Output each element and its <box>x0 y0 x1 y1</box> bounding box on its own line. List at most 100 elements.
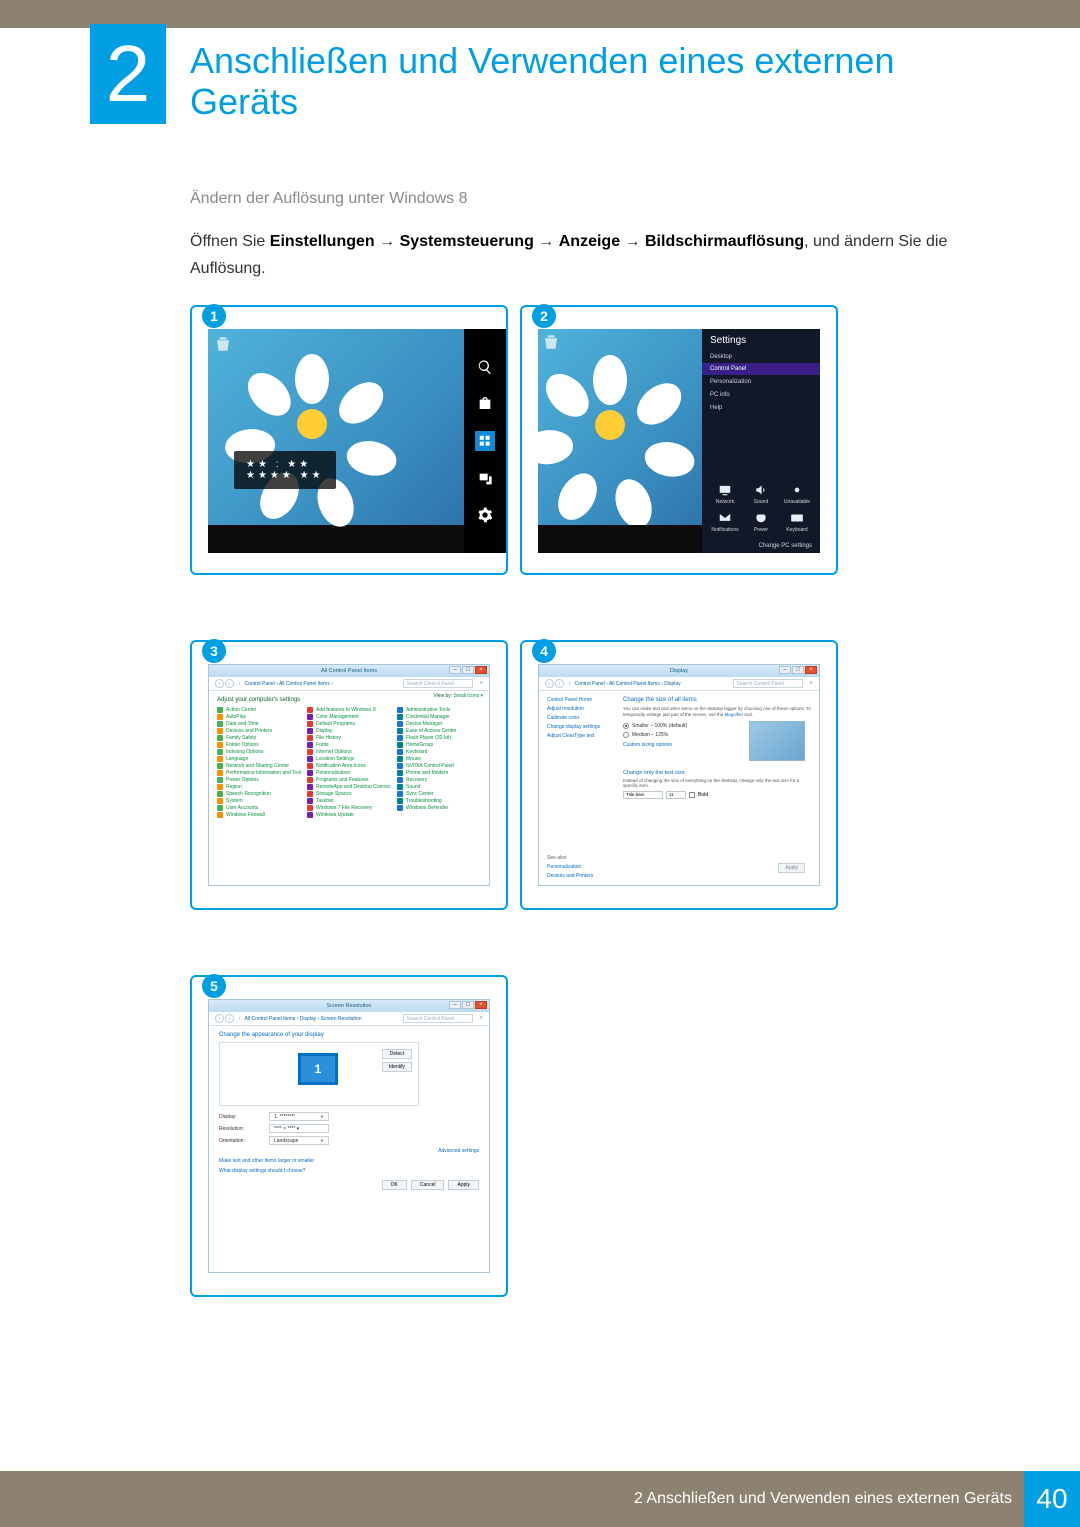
cp-item[interactable]: Mouse <box>397 756 481 762</box>
cp-item[interactable]: AutoPlay <box>217 714 301 720</box>
apply-button[interactable]: Apply <box>778 863 805 873</box>
network-icon[interactable]: Network <box>708 483 742 505</box>
settings-item-help[interactable]: Help <box>702 401 820 414</box>
notifications-icon[interactable]: Notifications <box>708 511 742 533</box>
nav-back-icon[interactable]: ‹ <box>215 1014 224 1023</box>
search-input[interactable]: Search Control Panel <box>733 679 803 688</box>
cp-item[interactable]: Ease of Access Center <box>397 728 481 734</box>
settings-item-pcinfo[interactable]: PC info <box>702 388 820 401</box>
cp-item[interactable]: Personalization <box>307 770 391 776</box>
minimize-button[interactable]: – <box>449 1001 461 1009</box>
recycle-bin-icon[interactable] <box>542 333 560 355</box>
ok-button[interactable]: OK <box>382 1180 407 1190</box>
taskbar[interactable] <box>208 525 490 553</box>
side-pers[interactable]: Personalization <box>547 864 617 870</box>
cp-item[interactable]: Sound <box>397 784 481 790</box>
side-color[interactable]: Calibrate color <box>547 715 617 721</box>
breadcrumb-path[interactable]: Control Panel › All Control Panel Items … <box>245 681 333 687</box>
share-icon[interactable] <box>477 395 493 411</box>
cp-item[interactable]: User Accounts <box>217 805 301 811</box>
search-input[interactable]: Search Control Panel <box>403 679 473 688</box>
cp-item[interactable]: Windows Update <box>307 812 391 818</box>
power-icon[interactable]: Power <box>744 511 778 533</box>
cp-item[interactable]: Fonts <box>307 742 391 748</box>
minimize-button[interactable]: – <box>779 666 791 674</box>
cp-item[interactable]: Storage Spaces <box>307 791 391 797</box>
cancel-button[interactable]: Cancel <box>411 1180 445 1190</box>
side-disp[interactable]: Change display settings <box>547 724 617 730</box>
breadcrumb-path[interactable]: All Control Panel Items › Display › Scre… <box>245 1016 362 1022</box>
cp-item[interactable]: Windows Defender <box>397 805 481 811</box>
nav-fwd-icon[interactable]: › <box>225 1014 234 1023</box>
cp-item[interactable]: Sync Center <box>397 791 481 797</box>
side-res[interactable]: Adjust resolution <box>547 706 617 712</box>
cp-item[interactable]: Flash Player (32-bit) <box>397 735 481 741</box>
settings-item-control-panel[interactable]: Control Panel <box>702 363 820 375</box>
settings-icon[interactable] <box>477 507 493 523</box>
identify-button[interactable]: Identify <box>382 1062 412 1072</box>
cp-item[interactable]: Display <box>307 728 391 734</box>
cp-item[interactable]: Internet Options <box>307 749 391 755</box>
settings-item-personalization[interactable]: Personalization <box>702 375 820 388</box>
start-icon[interactable] <box>475 431 495 451</box>
cp-item[interactable]: Power Options <box>217 777 301 783</box>
cp-item[interactable]: HomeGroup <box>397 742 481 748</box>
display-dropdown[interactable]: 1. ********▼ <box>269 1112 329 1121</box>
settings-item-desktop[interactable]: Desktop <box>702 350 820 363</box>
cp-item[interactable]: Keyboard <box>397 749 481 755</box>
search-icon[interactable]: ⌕ <box>810 680 813 687</box>
cp-item[interactable]: Notification Area Icons <box>307 763 391 769</box>
cp-item[interactable]: Add features to Windows 8 <box>307 707 391 713</box>
keyboard-icon[interactable]: Keyboard <box>780 511 814 533</box>
brightness-icon[interactable]: Unavailable <box>780 483 814 505</box>
monitor-icon[interactable]: 1 <box>298 1053 338 1085</box>
minimize-button[interactable]: – <box>449 666 461 674</box>
devices-icon[interactable] <box>477 471 493 487</box>
cp-item[interactable]: Performance Information and Tools <box>217 770 301 776</box>
search-icon[interactable]: ⌕ <box>480 680 483 687</box>
nav-back-icon[interactable]: ‹ <box>215 679 224 688</box>
cp-item[interactable]: Color Management <box>307 714 391 720</box>
cp-item[interactable]: Credential Manager <box>397 714 481 720</box>
close-button[interactable]: × <box>475 1001 487 1009</box>
cp-item[interactable]: Administrative Tools <box>397 707 481 713</box>
search-icon[interactable]: ⌕ <box>480 1015 483 1022</box>
maximize-button[interactable]: □ <box>462 666 474 674</box>
change-pc-settings-link[interactable]: Change PC settings <box>702 539 820 553</box>
size-dropdown[interactable]: 11 <box>666 791 686 799</box>
taskbar[interactable] <box>538 525 702 553</box>
cp-item[interactable]: Windows 7 File Recovery <box>307 805 391 811</box>
volume-icon[interactable]: Sound <box>744 483 778 505</box>
view-by[interactable]: View by: Small icons ▾ <box>433 693 483 699</box>
advanced-settings-link[interactable]: Advanced settings <box>438 1148 479 1154</box>
cp-item[interactable]: Network and Sharing Center <box>217 763 301 769</box>
cp-item[interactable]: Recovery <box>397 777 481 783</box>
maximize-button[interactable]: □ <box>462 1001 474 1009</box>
nav-fwd-icon[interactable]: › <box>555 679 564 688</box>
text-size-link[interactable]: Make text and other items larger or smal… <box>219 1158 479 1164</box>
side-clear[interactable]: Adjust ClearType text <box>547 733 617 739</box>
apply-button[interactable]: Apply <box>448 1180 479 1190</box>
cp-item[interactable]: Speech Recognition <box>217 791 301 797</box>
nav-fwd-icon[interactable]: › <box>225 679 234 688</box>
recycle-bin-icon[interactable] <box>214 335 232 357</box>
bold-checkbox[interactable] <box>689 792 695 798</box>
cp-item[interactable]: Troubleshooting <box>397 798 481 804</box>
cp-item[interactable]: File History <box>307 735 391 741</box>
cp-item[interactable]: Programs and Features <box>307 777 391 783</box>
maximize-button[interactable]: □ <box>792 666 804 674</box>
cp-item[interactable]: Location Settings <box>307 756 391 762</box>
cp-item[interactable]: Action Center <box>217 707 301 713</box>
cp-item[interactable]: Windows Firewall <box>217 812 301 818</box>
cp-item[interactable]: Date and Time <box>217 721 301 727</box>
search-input[interactable]: Search Control Panel <box>403 1014 473 1023</box>
breadcrumb-path[interactable]: Control Panel › All Control Panel Items … <box>575 681 681 687</box>
item-dropdown[interactable]: Title bars <box>623 791 663 799</box>
side-devp[interactable]: Devices and Printers <box>547 873 617 879</box>
search-icon[interactable] <box>477 359 493 375</box>
close-button[interactable]: × <box>805 666 817 674</box>
cp-item[interactable]: Phone and Modem <box>397 770 481 776</box>
cp-item[interactable]: Default Programs <box>307 721 391 727</box>
cp-item[interactable]: Language <box>217 756 301 762</box>
nav-back-icon[interactable]: ‹ <box>545 679 554 688</box>
